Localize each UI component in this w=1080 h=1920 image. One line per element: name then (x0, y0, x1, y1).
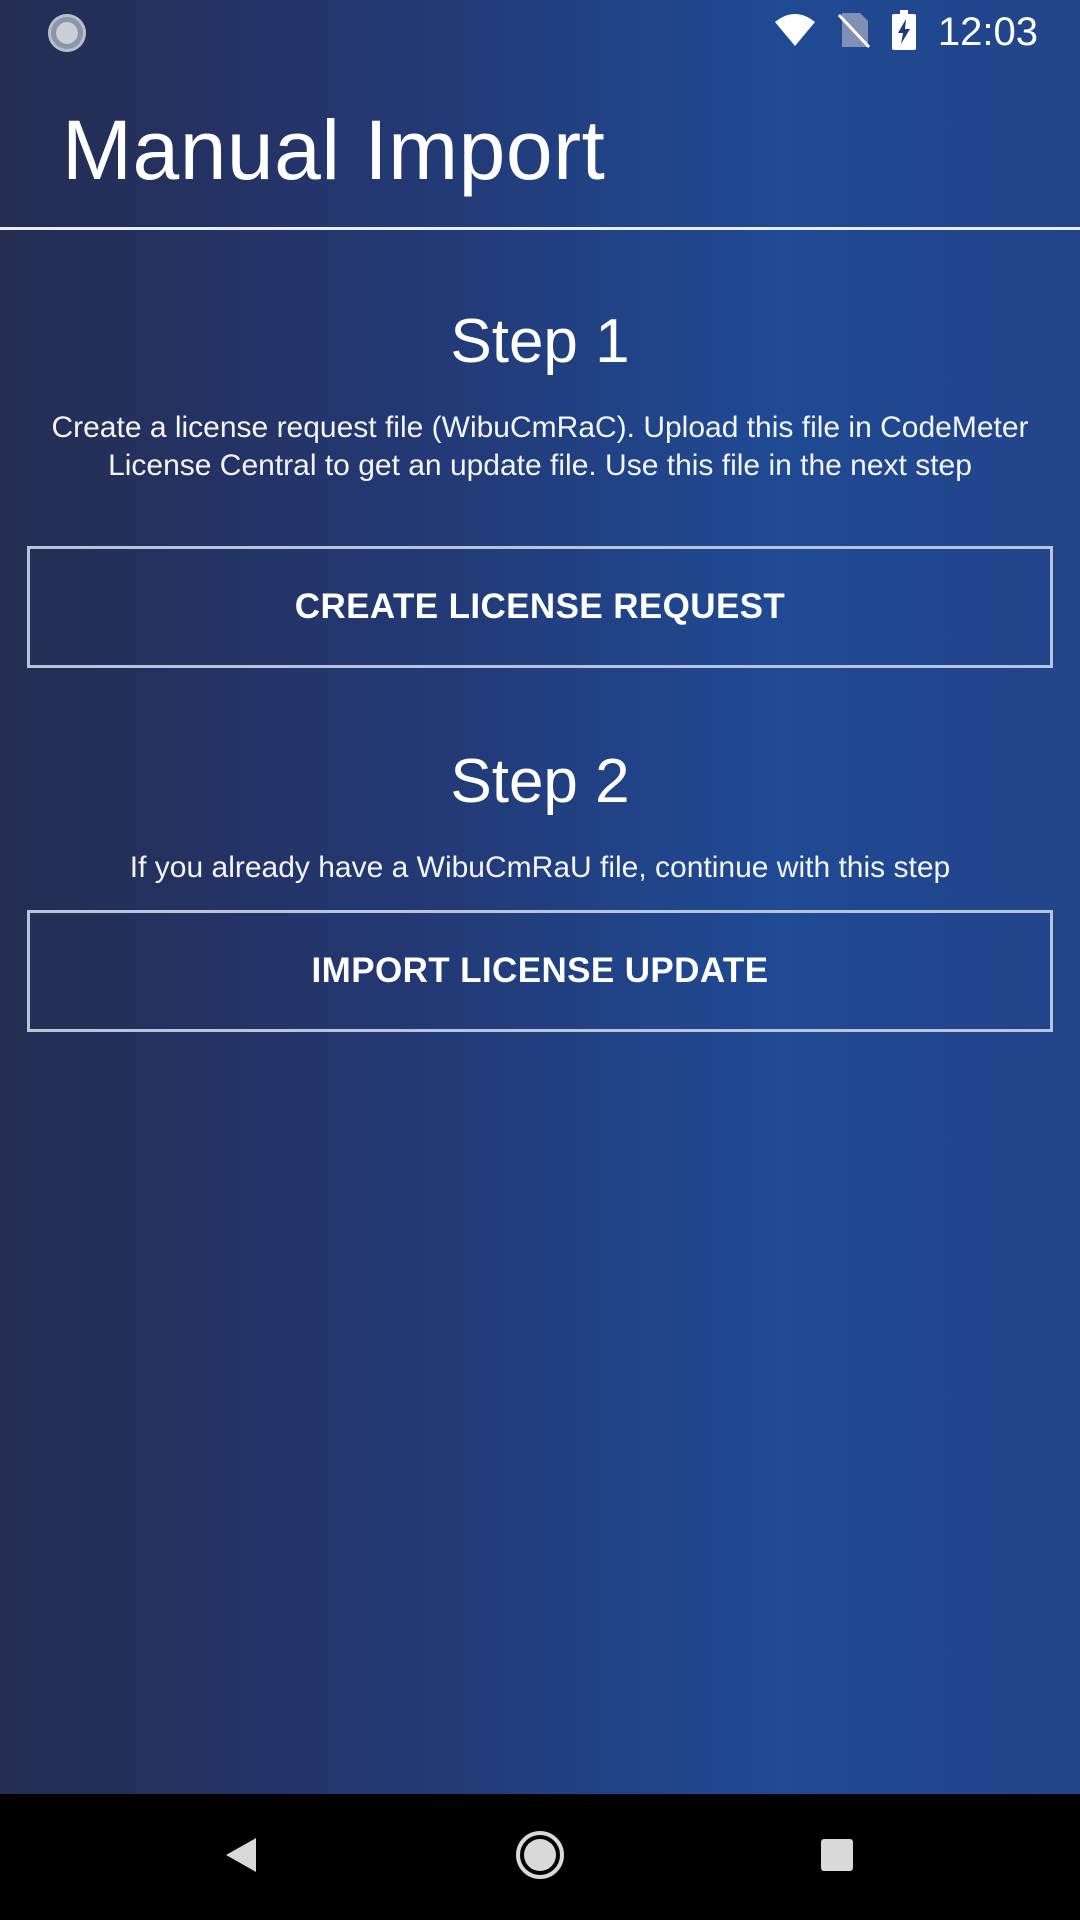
recents-icon (820, 1838, 854, 1877)
back-icon (223, 1835, 259, 1880)
app-bar: Manual Import (0, 64, 1080, 228)
no-sim-icon (837, 11, 870, 54)
step2-description: If you already have a WibuCmRaU file, co… (129, 851, 951, 884)
wifi-icon (774, 12, 816, 53)
sync-icon (48, 14, 86, 52)
back-button[interactable] (181, 1794, 301, 1920)
home-button[interactable] (480, 1794, 600, 1920)
import-license-update-button[interactable]: IMPORT LICENSE UPDATE (27, 910, 1053, 1032)
status-icons: 12:03 (774, 8, 1038, 56)
step1-heading: Step 1 (450, 307, 630, 376)
battery-charging-icon (891, 9, 916, 55)
step1-description: Create a license request file (WibuCmRaC… (51, 411, 1029, 482)
page-title: Manual Import (62, 103, 606, 197)
navigation-bar (0, 1794, 1080, 1920)
home-icon (515, 1830, 565, 1885)
create-license-request-button[interactable]: CREATE LICENSE REQUEST (27, 546, 1053, 668)
status-time: 12:03 (937, 9, 1038, 54)
recents-button[interactable] (777, 1794, 897, 1920)
screen: 12:03 Manual Import Step 1 Create a lice… (0, 0, 1080, 1794)
status-bar: 12:03 (0, 0, 1080, 64)
step2-heading: Step 2 (450, 747, 630, 816)
title-divider (0, 227, 1080, 230)
